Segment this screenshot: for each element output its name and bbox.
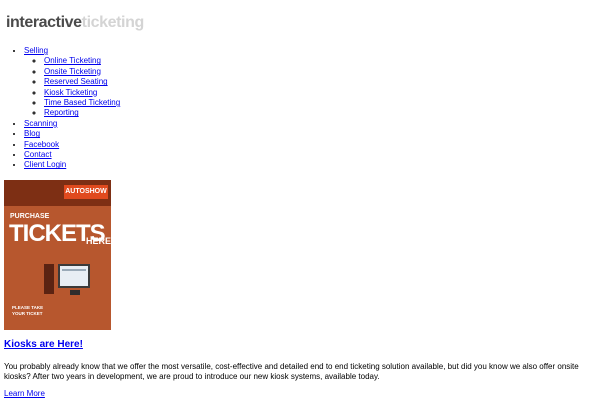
main-nav: Selling Online Ticketing Onsite Ticketin… [0,46,120,171]
nav-link-contact[interactable]: Contact [24,150,52,159]
poster-please-take-text: PLEASE TAKE YOUR TICKET [12,305,43,317]
submenu-item: Onsite Ticketing [44,67,120,77]
learn-more-link[interactable]: Learn More [4,389,45,399]
nav-link-reporting[interactable]: Reporting [44,108,79,117]
ticket-slot [70,290,80,295]
nav-link-reserved-seating[interactable]: Reserved Seating [44,77,108,86]
nav-item-blog: Blog [24,129,120,139]
kiosk-side-panel [44,264,54,294]
nav-item-facebook: Facebook [24,140,120,150]
logo-word-interactive: interactive [6,14,82,31]
logo-word-ticketing: ticketing [81,14,145,31]
submenu-item: Reporting [44,108,120,118]
nav-link-scanning[interactable]: Scanning [24,119,57,128]
nav-link-online-ticketing[interactable]: Online Ticketing [44,56,101,65]
nav-link-selling[interactable]: Selling [24,46,48,55]
kiosk-screen-bar [62,269,86,271]
autoshow-logo: AUTOSHOW [64,185,108,199]
nav-link-time-based-ticketing[interactable]: Time Based Ticketing [44,98,120,107]
submenu-item: Time Based Ticketing [44,98,120,108]
submenu-item: Online Ticketing [44,56,120,66]
selling-submenu: Online Ticketing Onsite Ticketing Reserv… [24,56,120,118]
kiosk-promo-image[interactable]: AUTOSHOW PURCHASE TICKETS HERE! PLEASE T… [4,180,111,330]
poster-here-text: HERE! [86,236,111,246]
nav-link-onsite-ticketing[interactable]: Onsite Ticketing [44,67,101,76]
nav-link-kiosk-ticketing[interactable]: Kiosk Ticketing [44,88,97,97]
post-title-link[interactable]: Kiosks are Here! [4,339,83,350]
post-title: Kiosks are Here! [4,339,83,351]
kiosk-screen [58,264,90,288]
nav-link-facebook[interactable]: Facebook [24,140,59,149]
nav-item-contact: Contact [24,150,120,160]
nav-item-client-login: Client Login [24,160,120,170]
nav-link-blog[interactable]: Blog [24,129,40,138]
your-ticket-line: YOUR TICKET [12,311,43,316]
submenu-item: Kiosk Ticketing [44,88,120,98]
nav-item-selling: Selling Online Ticketing Onsite Ticketin… [24,46,120,119]
nav-link-client-login[interactable]: Client Login [24,160,66,169]
site-logo[interactable]: interactiveticketing [6,13,144,33]
submenu-item: Reserved Seating [44,77,120,87]
post-body: You probably already know that we offer … [4,362,579,382]
nav-item-scanning: Scanning [24,119,120,129]
